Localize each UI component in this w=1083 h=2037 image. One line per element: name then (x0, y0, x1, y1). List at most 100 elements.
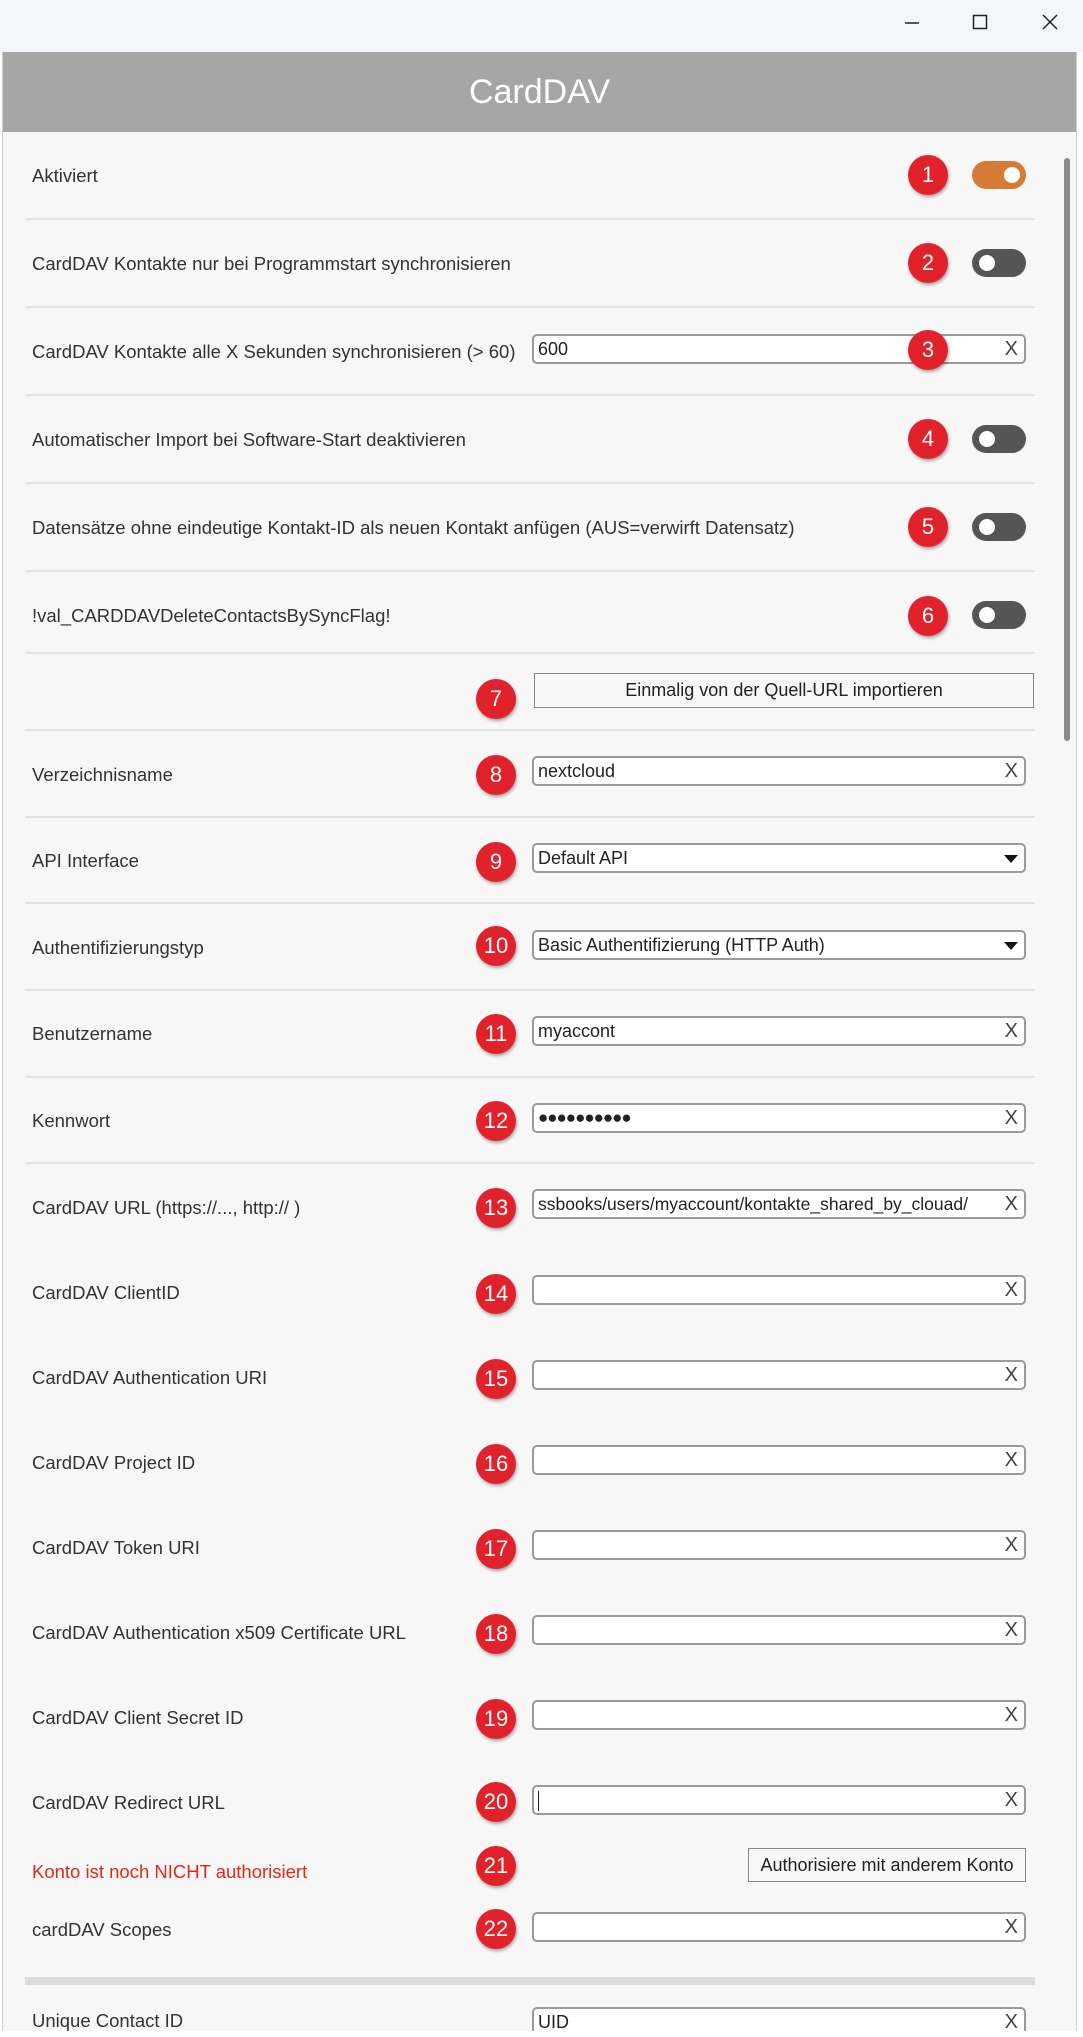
callout-badge: 7 (476, 679, 516, 719)
callout-badge: 21 (476, 1846, 516, 1886)
auth-uri-input[interactable]: X (532, 1360, 1026, 1390)
clear-icon[interactable]: X (1005, 338, 1018, 361)
callout-badge: 13 (476, 1188, 516, 1228)
scopes-input[interactable]: X (532, 1912, 1026, 1942)
clear-icon[interactable]: X (1005, 1364, 1018, 1387)
clear-icon[interactable]: X (1005, 1449, 1018, 1472)
clear-icon[interactable]: X (1005, 1619, 1018, 1642)
setting-unique-contact-id: Unique Contact ID UID X (25, 1992, 1035, 2031)
setting-password: Kennwort 12 ●●●●●●●●●● X (25, 1078, 1035, 1164)
setting-label: CardDAV Kontakte alle X Sekunden synchro… (32, 341, 516, 362)
clear-icon[interactable]: X (1005, 1279, 1018, 1302)
setting-label: CardDAV Project ID (32, 1452, 196, 1473)
setting-auth-type: Authentifizierungstyp 10 Basic Authentif… (25, 904, 1035, 990)
sync-on-start-toggle[interactable] (972, 249, 1026, 277)
chevron-down-icon (1004, 855, 1018, 863)
auth-type-select[interactable]: Basic Authentifizierung (HTTP Auth) (532, 930, 1026, 960)
clear-icon[interactable]: X (1005, 1534, 1018, 1557)
input-value: nextcloud (538, 761, 616, 781)
sync-interval-input[interactable]: 600 X (532, 334, 1026, 364)
x509-url-input[interactable]: X (532, 1615, 1026, 1645)
clear-icon[interactable]: X (1005, 1193, 1018, 1216)
setting-label: cardDAV Scopes (32, 1919, 172, 1940)
setting-label: Unique Contact ID (32, 2010, 184, 2031)
delete-by-flag-toggle[interactable] (972, 601, 1026, 629)
directory-name-input[interactable]: nextcloud X (532, 756, 1026, 786)
callout-badge: 3 (908, 330, 948, 370)
setting-username: Benutzername 11 myaccont X (25, 991, 1035, 1077)
setting-sync-interval: CardDAV Kontakte alle X Sekunden synchro… (25, 308, 1035, 394)
import-once-button[interactable]: Einmalig von der Quell-URL importieren (534, 673, 1034, 708)
clear-icon[interactable]: X (1005, 2011, 1018, 2031)
title-bar (0, 0, 1083, 52)
callout-badge: 5 (908, 507, 948, 547)
setting-client-id: CardDAV ClientID 14 X (25, 1250, 1035, 1335)
clear-icon[interactable]: X (1005, 760, 1018, 783)
callout-badge: 4 (908, 419, 948, 459)
clear-icon[interactable]: X (1005, 1704, 1018, 1727)
authorize-other-account-button[interactable]: Authorisiere mit anderem Konto (748, 1848, 1026, 1882)
input-value: UID (538, 2012, 569, 2031)
setting-label: !val_CARDDAVDeleteContactsBySyncFlag! (32, 605, 391, 626)
setting-label: API Interface (32, 850, 139, 871)
append-records-toggle[interactable] (972, 513, 1026, 541)
vertical-scrollbar[interactable] (1064, 158, 1070, 741)
setting-client-secret: CardDAV Client Secret ID 19 X (25, 1675, 1035, 1760)
setting-label: CardDAV Token URI (32, 1537, 200, 1558)
input-value: ssbooks/users/myaccount/kontakte_shared_… (538, 1194, 968, 1214)
setting-directory-name: Verzeichnisname 8 nextcloud X (25, 731, 1035, 817)
unique-contact-id-input[interactable]: UID X (532, 2007, 1026, 2031)
close-button[interactable] (1015, 0, 1083, 44)
setting-label: CardDAV URL (https://..., http:// ) (32, 1197, 301, 1218)
callout-badge: 19 (476, 1699, 516, 1739)
auth-status-text: Konto ist noch NICHT authorisiert (32, 1861, 308, 1882)
setting-append-records: Datensätze ohne eindeutige Kontakt-ID al… (25, 484, 1035, 570)
callout-badge: 2 (908, 243, 948, 283)
setting-label: CardDAV ClientID (32, 1282, 180, 1303)
setting-scopes: cardDAV Scopes 22 X (25, 1905, 1035, 1971)
username-input[interactable]: myaccont X (532, 1016, 1026, 1046)
setting-label: Automatischer Import bei Software-Start … (32, 429, 466, 450)
setting-label: CardDAV Redirect URL (32, 1792, 225, 1813)
maximize-button[interactable] (945, 0, 1015, 44)
callout-badge: 11 (476, 1014, 516, 1054)
setting-auth-status: Konto ist noch NICHT authorisiert 21 Aut… (25, 1845, 1035, 1905)
setting-label: Benutzername (32, 1023, 153, 1044)
callout-badge: 14 (476, 1274, 516, 1314)
clear-icon[interactable]: X (1005, 1107, 1018, 1130)
clear-icon[interactable]: X (1005, 1020, 1018, 1043)
close-icon (1042, 14, 1058, 30)
settings-window: CardDAV Aktiviert 1 CardDAV Kontakte nur… (2, 52, 1077, 2031)
horizontal-scrollbar[interactable] (25, 1977, 1035, 1985)
text-caret (538, 1791, 539, 1811)
setting-import-once: 7 Einmalig von der Quell-URL importieren (25, 654, 1035, 732)
disable-auto-import-toggle[interactable] (972, 425, 1026, 453)
page-title: CardDAV (3, 52, 1076, 132)
callout-badge: 6 (908, 596, 948, 636)
callout-badge: 17 (476, 1529, 516, 1569)
setting-url: CardDAV URL (https://..., http:// ) 13 s… (25, 1164, 1035, 1250)
callout-badge: 9 (476, 842, 516, 882)
url-input[interactable]: ssbooks/users/myaccount/kontakte_shared_… (532, 1189, 1026, 1219)
clear-icon[interactable]: X (1005, 1789, 1018, 1812)
chevron-down-icon (1004, 942, 1018, 950)
select-value: Basic Authentifizierung (HTTP Auth) (538, 935, 825, 955)
minimize-button[interactable] (877, 0, 947, 44)
client-secret-input[interactable]: X (532, 1700, 1026, 1730)
project-id-input[interactable]: X (532, 1445, 1026, 1475)
setting-label: Aktiviert (32, 165, 98, 186)
setting-label: CardDAV Authentication URI (32, 1367, 268, 1388)
redirect-url-input[interactable]: X (532, 1785, 1026, 1815)
activated-toggle[interactable] (972, 161, 1026, 189)
setting-label: Verzeichnisname (32, 764, 173, 785)
password-input[interactable]: ●●●●●●●●●● X (532, 1103, 1026, 1133)
setting-label: Authentifizierungstyp (32, 937, 204, 958)
input-value: ●●●●●●●●●● (538, 1108, 632, 1127)
client-id-input[interactable]: X (532, 1275, 1026, 1305)
api-interface-select[interactable]: Default API (532, 843, 1026, 873)
callout-badge: 15 (476, 1359, 516, 1399)
token-uri-input[interactable]: X (532, 1530, 1026, 1560)
callout-badge: 12 (476, 1101, 516, 1141)
clear-icon[interactable]: X (1005, 1916, 1018, 1939)
setting-redirect-url: CardDAV Redirect URL 20 X (25, 1760, 1035, 1845)
